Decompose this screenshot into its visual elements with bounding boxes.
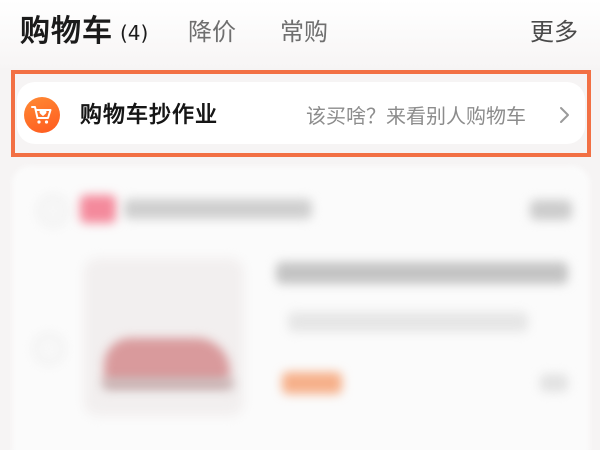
shop-select-radio[interactable] (38, 196, 68, 226)
cart-count: (4) (120, 21, 149, 45)
cart-header: 购物车 (4) 降价 常购 更多 (0, 0, 600, 68)
product-spec-blurred[interactable] (288, 312, 528, 332)
shop-logo (80, 195, 116, 223)
coupon-link-blurred[interactable] (530, 200, 572, 220)
tab-cart[interactable]: 购物车 (20, 12, 113, 52)
product-price-blurred (282, 372, 342, 394)
product-image[interactable] (84, 258, 244, 416)
product-title-blurred[interactable] (276, 262, 568, 284)
shop-name-blurred[interactable] (124, 199, 312, 219)
more-button[interactable]: 更多 (530, 16, 578, 48)
sneaker-sole (102, 378, 234, 390)
tab-price-drop[interactable]: 降价 (188, 16, 236, 48)
item-select-radio[interactable] (34, 334, 64, 364)
quantity-blurred[interactable] (540, 374, 568, 392)
tab-frequent[interactable]: 常购 (280, 16, 328, 48)
highlight-outline (11, 70, 591, 157)
